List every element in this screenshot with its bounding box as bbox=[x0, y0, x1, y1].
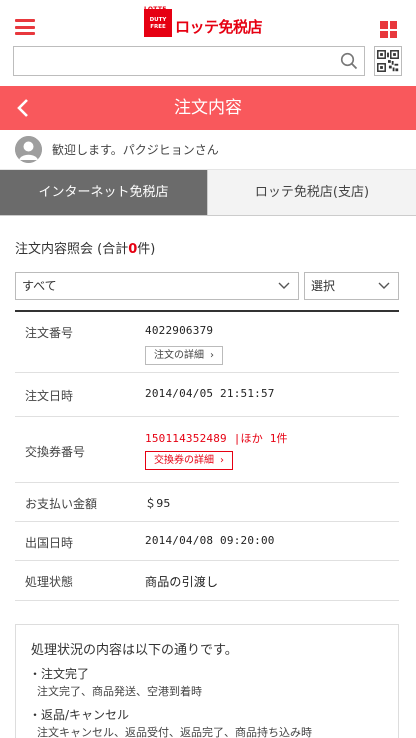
tab-internet-store[interactable]: インターネット免税店 bbox=[0, 170, 207, 215]
status-row: 処理状態 商品の引渡し bbox=[15, 561, 399, 601]
note-item-desc: 注文キャンセル、返品受付、返品完了、商品持ち込み時 bbox=[37, 726, 312, 738]
logo-top-text: LOTTE bbox=[144, 6, 167, 13]
voucher-label: 交換券番号 bbox=[25, 445, 86, 459]
logo-badge-line2: FREE bbox=[150, 23, 166, 30]
logo[interactable]: LOTTE DUTY FREE ロッテ免税店 bbox=[144, 6, 263, 37]
order-count: 0 bbox=[128, 242, 138, 257]
status-label: 処理状態 bbox=[25, 575, 74, 589]
notes-title: 処理状況の内容は以下の通りです。 bbox=[31, 643, 238, 658]
order-detail-label: 注文の詳細 bbox=[154, 350, 204, 361]
welcome-bar: 歓迎します。パクジヒョンさん bbox=[0, 130, 416, 170]
hamburger-menu-icon[interactable] bbox=[15, 19, 35, 35]
departure-label: 出国日時 bbox=[25, 536, 74, 550]
order-date-row: 注文日時 2014/04/05 21:51:57 bbox=[15, 373, 399, 417]
period-select-value: 選択 bbox=[311, 279, 336, 293]
status-select-value: すべて bbox=[22, 279, 57, 293]
search-bar bbox=[13, 46, 365, 76]
store-tabs: インターネット免税店 ロッテ免税店(支店) bbox=[0, 170, 416, 216]
order-date-label: 注文日時 bbox=[25, 389, 74, 403]
order-table: 注文番号 4022906379 注文の詳細 › 注文日時 2014/04/05 2… bbox=[15, 310, 399, 601]
departure-value: 2014/04/08 09:20:00 bbox=[145, 534, 275, 547]
amount-row: お支払い金額 ＄95 bbox=[15, 483, 399, 522]
welcome-text: 歓迎します。パクジヒョンさん bbox=[52, 143, 219, 157]
status-notes-box: 処理状況の内容は以下の通りです。 ・注文完了 注文完了、商品発送、空港到着時 ・… bbox=[15, 624, 399, 738]
top-header: LOTTE DUTY FREE ロッテ免税店 bbox=[0, 0, 416, 44]
amount-value: ＄95 bbox=[145, 497, 171, 510]
voucher-row: 交換券番号 150114352489 |ほか 1件 交換券の詳細 › bbox=[15, 417, 399, 483]
amount-label: お支払い金額 bbox=[25, 497, 98, 511]
grid-menu-icon[interactable] bbox=[380, 21, 397, 38]
period-select[interactable]: 選択 bbox=[304, 272, 399, 300]
chevron-right-icon: › bbox=[210, 350, 214, 361]
order-date-value: 2014/04/05 21:51:57 bbox=[145, 387, 275, 400]
tab-branch-store[interactable]: ロッテ免税店(支店) bbox=[207, 170, 416, 215]
logo-text: ロッテ免税店 bbox=[175, 18, 263, 36]
search-input[interactable] bbox=[14, 47, 334, 75]
order-query-heading: 注文内容照会 (合計0件) bbox=[15, 241, 155, 259]
note-item-desc: 注文完了、商品発送、空港到着時 bbox=[37, 685, 202, 698]
order-number-label: 注文番号 bbox=[25, 326, 74, 340]
user-avatar-icon bbox=[15, 136, 42, 163]
voucher-value[interactable]: 150114352489 |ほか 1件 bbox=[145, 430, 288, 446]
logo-badge: DUTY FREE bbox=[144, 9, 172, 37]
order-query-prefix: 注文内容照会 (合計 bbox=[15, 242, 129, 257]
status-select[interactable]: すべて bbox=[15, 272, 299, 300]
voucher-detail-label: 交換券の詳細 bbox=[154, 455, 214, 466]
qr-code-icon[interactable] bbox=[374, 46, 402, 76]
chevron-down-icon bbox=[378, 282, 390, 289]
order-detail-button[interactable]: 注文の詳細 › bbox=[145, 346, 223, 365]
order-number-value: 4022906379 bbox=[145, 324, 214, 337]
title-bar: 注文内容 bbox=[0, 86, 416, 130]
order-query-suffix: 件) bbox=[137, 242, 156, 257]
note-item-label: ・注文完了 bbox=[29, 667, 90, 681]
chevron-down-icon bbox=[278, 282, 290, 289]
search-icon[interactable] bbox=[340, 52, 358, 70]
status-value: 商品の引渡し bbox=[145, 575, 219, 589]
voucher-detail-button[interactable]: 交換券の詳細 › bbox=[145, 451, 233, 470]
order-number-row: 注文番号 4022906379 注文の詳細 › bbox=[15, 312, 399, 373]
page-title: 注文内容 bbox=[174, 98, 242, 118]
departure-row: 出国日時 2014/04/08 09:20:00 bbox=[15, 522, 399, 561]
note-item-label: ・返品/キャンセル bbox=[29, 708, 130, 722]
chevron-right-icon: › bbox=[220, 455, 224, 466]
